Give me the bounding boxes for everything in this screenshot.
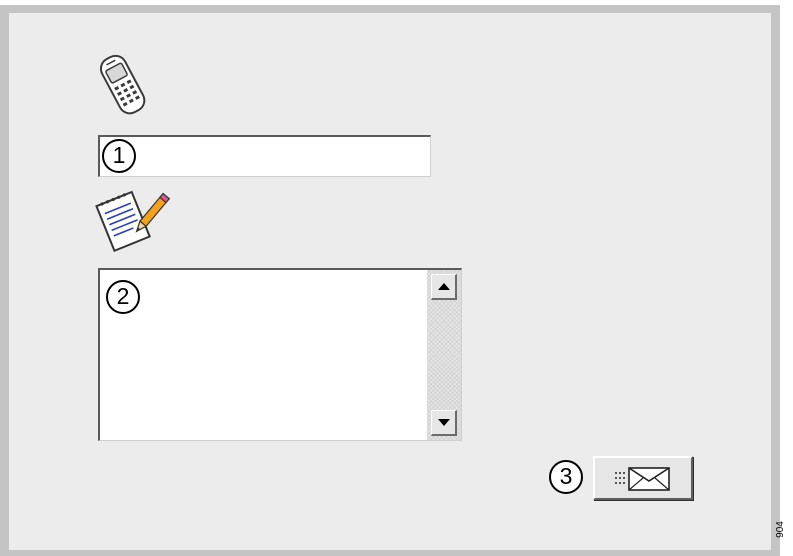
scroll-down-button[interactable] xyxy=(431,410,457,436)
figure-id: 904 xyxy=(774,521,786,538)
callout-3: 3 xyxy=(549,460,583,494)
callout-1: 1 xyxy=(102,139,136,173)
scroll-up-button[interactable] xyxy=(431,274,457,300)
arrow-up-icon xyxy=(438,283,450,290)
callout-2: 2 xyxy=(106,280,140,314)
arrow-down-icon xyxy=(438,419,450,426)
notepad-pencil-icon xyxy=(94,185,178,255)
envelope-icon xyxy=(615,467,670,491)
send-message-button[interactable] xyxy=(593,456,693,500)
message-scrollbar[interactable] xyxy=(427,270,461,440)
phone-number-input[interactable] xyxy=(98,135,431,177)
mobile-phone-icon xyxy=(99,50,148,120)
message-textarea[interactable] xyxy=(98,268,462,441)
